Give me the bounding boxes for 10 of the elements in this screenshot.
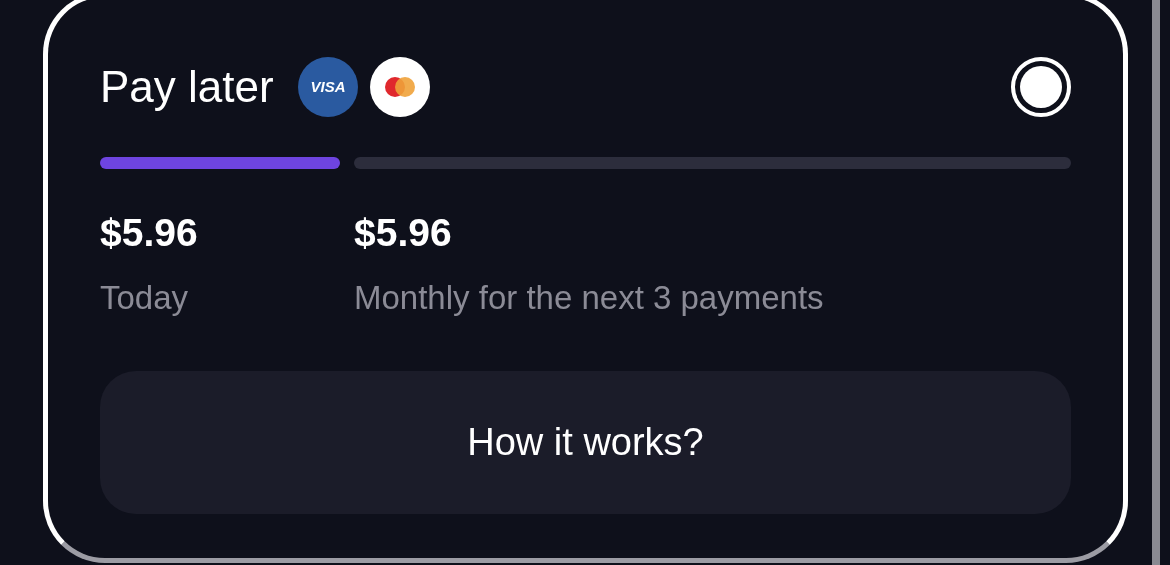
payment-amount: $5.96 [354, 211, 452, 255]
radio-button[interactable] [1011, 57, 1071, 117]
how-it-works-button[interactable]: How it works? [100, 371, 1071, 514]
scrollbar[interactable] [1152, 0, 1160, 565]
visa-logo-icon: VISA [297, 57, 358, 117]
payment-label: Monthly for the next 3 payments [354, 279, 824, 317]
payment-label: Today [100, 279, 189, 317]
mastercard-logo-icon [369, 57, 430, 117]
option-title: Pay later [100, 62, 274, 112]
payment-amount: $5.96 [100, 211, 198, 255]
